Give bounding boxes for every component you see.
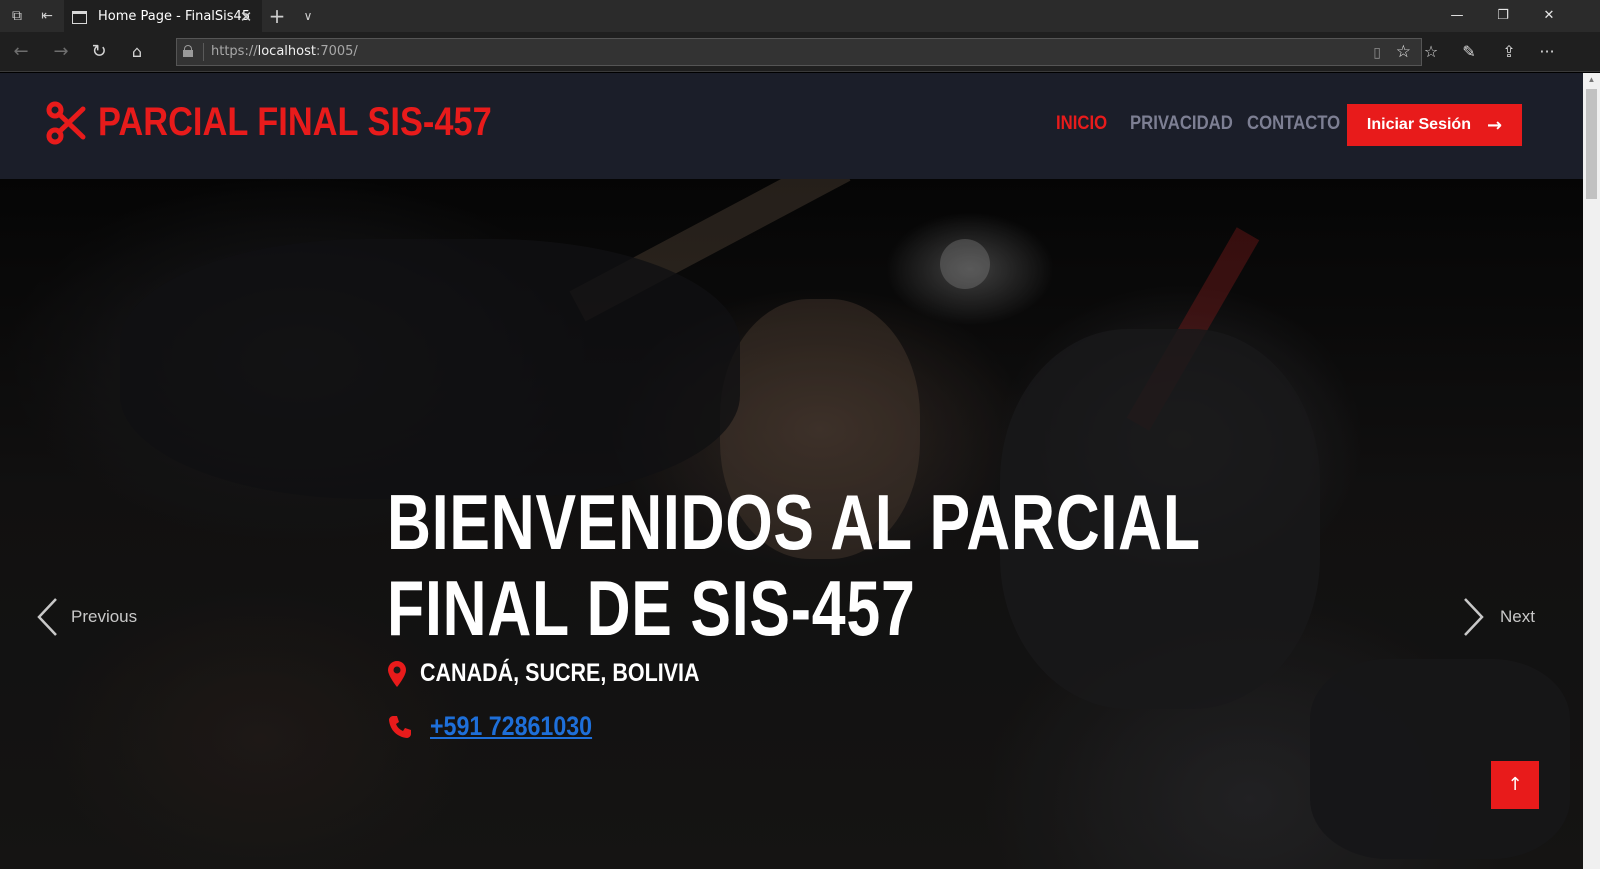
favorites-hub-icon[interactable]: ☆ — [1412, 36, 1450, 68]
page-viewport: PARCIAL FINAL SIS-457 INICIO PRIVACIDAD … — [0, 73, 1583, 869]
login-button[interactable]: Iniciar Sesión → — [1347, 104, 1522, 146]
refresh-icon[interactable]: ↻ — [80, 36, 118, 68]
new-tab-icon[interactable]: + — [262, 0, 292, 32]
brand-logo[interactable]: PARCIAL FINAL SIS-457 — [46, 100, 556, 145]
more-menu-icon[interactable]: ··· — [1528, 36, 1566, 68]
web-notes-pen-icon[interactable]: ✎ — [1450, 36, 1488, 68]
location-text: CANADÁ, SUCRE, BOLIVIA — [420, 659, 700, 687]
tab-close-icon[interactable]: ✕ — [236, 2, 256, 32]
phone-link[interactable]: +591 72861030 — [430, 711, 592, 742]
carousel-previous[interactable]: Previous — [36, 597, 137, 637]
previous-label: Previous — [71, 607, 138, 626]
scissors-icon — [46, 101, 86, 144]
minimize-icon[interactable]: — — [1434, 0, 1480, 32]
brand-name: PARCIAL FINAL SIS-457 — [98, 100, 492, 144]
nav-link-contacto[interactable]: CONTACTO — [1247, 113, 1340, 143]
back-to-top-button[interactable]: ↑ — [1491, 761, 1539, 809]
chevron-left-icon — [37, 598, 57, 636]
scroll-up-icon[interactable]: ▲ — [1583, 73, 1600, 87]
browser-tab[interactable]: Home Page - FinalSis45 ✕ — [64, 0, 262, 32]
favorite-star-icon[interactable]: ☆ — [1396, 39, 1411, 65]
tab-title: Home Page - FinalSis45 — [98, 9, 251, 24]
share-icon[interactable]: ⇪ — [1490, 36, 1528, 68]
lock-icon — [183, 45, 193, 57]
scrollbar-thumb[interactable] — [1586, 89, 1597, 199]
page-icon — [72, 11, 87, 24]
hero-title-line-1: BIENVENIDOS AL PARCIAL — [387, 478, 1201, 566]
map-marker-icon — [388, 660, 406, 687]
arrow-right-icon: → — [1486, 114, 1503, 136]
tab-actions-icon[interactable]: ⧉ — [2, 0, 32, 32]
next-label: Next — [1500, 607, 1535, 626]
page-scrollbar[interactable]: ▲ — [1583, 73, 1600, 869]
site-header: PARCIAL FINAL SIS-457 INICIO PRIVACIDAD … — [0, 73, 1583, 179]
hero-title-line-2: FINAL DE SIS-457 — [387, 564, 916, 652]
phone-icon — [389, 715, 411, 738]
tab-preview-chevron-icon[interactable]: ∨ — [293, 0, 323, 32]
arrow-up-icon: ↑ — [1507, 774, 1523, 795]
hero-carousel: BIENVENIDOS AL PARCIAL FINAL DE SIS-457 … — [0, 179, 1583, 869]
browser-tab-bar: ⧉ ⇤ Home Page - FinalSis45 ✕ + ∨ — ❐ ✕ — [0, 0, 1600, 32]
close-window-icon[interactable]: ✕ — [1526, 0, 1572, 32]
hero-title: BIENVENIDOS AL PARCIAL FINAL DE SIS-457 — [387, 478, 1201, 652]
address-bar-row: ← → ↻ ⌂ https://localhost:7005/ ▯ ☆ ☆ ✎ … — [0, 32, 1600, 72]
nav-link-privacidad[interactable]: PRIVACIDAD — [1130, 113, 1233, 143]
forward-icon[interactable]: → — [42, 36, 80, 68]
phone-row: +591 72861030 — [388, 711, 618, 742]
chevron-right-icon — [1464, 598, 1484, 636]
login-button-label: Iniciar Sesión — [1366, 116, 1471, 133]
url-text: https://localhost:7005/ — [211, 44, 358, 59]
back-icon[interactable]: ← — [2, 36, 40, 68]
set-tabs-aside-icon[interactable]: ⇤ — [32, 0, 62, 32]
nav-link-inicio[interactable]: INICIO — [1056, 113, 1107, 143]
restore-icon[interactable]: ❐ — [1480, 0, 1526, 32]
home-icon[interactable]: ⌂ — [118, 36, 156, 68]
location-row: CANADÁ, SUCRE, BOLIVIA — [388, 659, 745, 688]
reading-view-icon[interactable]: ▯ — [1373, 39, 1381, 65]
carousel-next[interactable]: Next — [1463, 597, 1535, 637]
url-input[interactable]: https://localhost:7005/ ▯ ☆ — [176, 38, 1422, 66]
